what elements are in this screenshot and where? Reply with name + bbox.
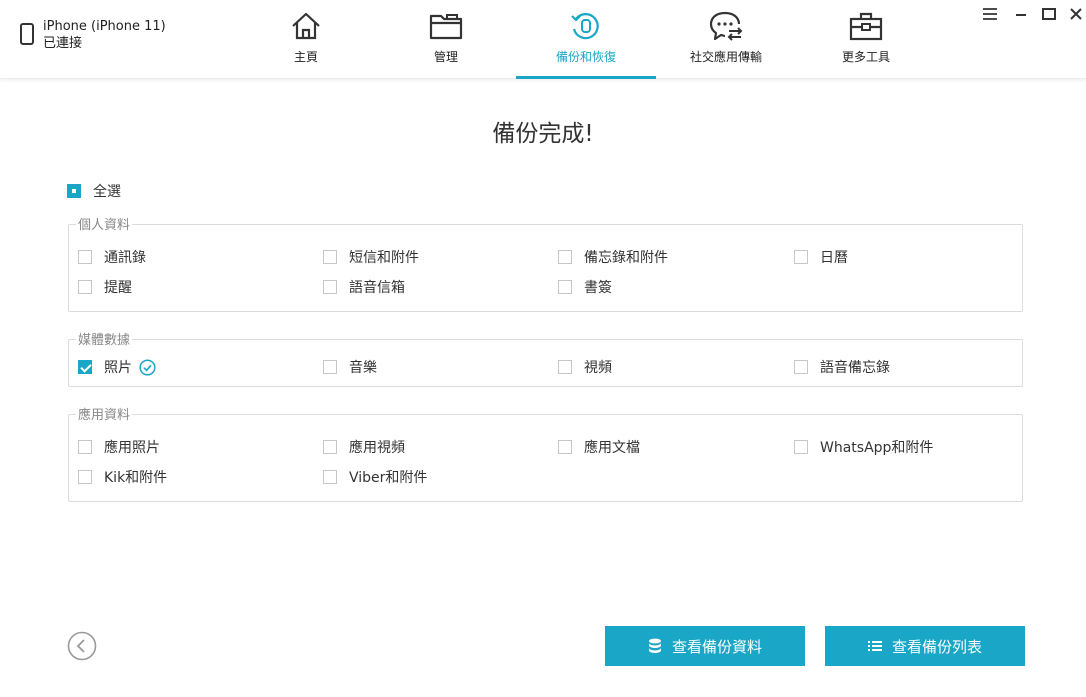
home-icon: [290, 11, 322, 45]
check-circle-icon: [139, 358, 156, 376]
view-backup-list-button[interactable]: 查看備份列表: [825, 626, 1025, 666]
item-app-videos[interactable]: 應用視頻: [323, 437, 405, 457]
item-label: 語音信箱: [349, 280, 405, 296]
menu-icon: [982, 6, 998, 25]
checkbox[interactable]: [323, 360, 337, 374]
item-label: Viber和附件: [349, 470, 428, 486]
phone-icon: [20, 23, 34, 45]
checkbox[interactable]: [558, 280, 572, 294]
close-icon: [1069, 6, 1083, 25]
checkbox[interactable]: [323, 280, 337, 294]
item-reminders[interactable]: 提醒: [78, 277, 132, 297]
select-all-label: 全選: [93, 184, 121, 200]
top-bar: iPhone (iPhone 11) 已連接 主頁 管理 備份和恢復 社交應用傳…: [0, 0, 1086, 79]
item-label: 書簽: [584, 280, 612, 296]
item-whatsapp[interactable]: WhatsApp和附件: [794, 437, 933, 457]
item-videos[interactable]: 視頻: [558, 357, 612, 377]
tab-more-tools-label: 更多工具: [841, 50, 890, 64]
item-label: 應用視頻: [349, 440, 405, 456]
tab-social-transfer-label: 社交應用傳輸: [689, 50, 762, 64]
checkbox[interactable]: [78, 470, 92, 484]
checkbox[interactable]: [794, 360, 808, 374]
view-backup-data-button[interactable]: 查看備份資料: [605, 626, 805, 666]
checkbox[interactable]: [78, 250, 92, 264]
checkbox[interactable]: [558, 250, 572, 264]
item-viber[interactable]: Viber和附件: [323, 467, 427, 487]
group-app-data: [68, 414, 1023, 502]
active-tab-indicator: [516, 76, 656, 79]
tab-home[interactable]: 主頁: [266, 0, 346, 78]
item-label: Kik和附件: [104, 470, 168, 486]
maximize-icon: [1041, 6, 1057, 25]
item-label: 提醒: [104, 280, 132, 296]
checkbox[interactable]: [78, 360, 92, 374]
maximize-button[interactable]: [1039, 6, 1059, 24]
tab-manage[interactable]: 管理: [406, 0, 486, 78]
item-voice-memos[interactable]: 語音備忘錄: [794, 357, 890, 377]
back-arrow-icon: [67, 631, 97, 665]
tab-home-label: 主頁: [293, 50, 318, 64]
item-label: 照片: [104, 360, 132, 376]
list-icon: [867, 640, 882, 652]
device-info: iPhone (iPhone 11) 已連接: [20, 18, 166, 52]
device-status: 已連接: [43, 36, 83, 51]
item-label: 視頻: [584, 360, 612, 376]
menu-button[interactable]: [980, 6, 1000, 24]
item-label: WhatsApp和附件: [820, 440, 934, 456]
item-label: 應用文檔: [584, 440, 640, 456]
chat-transfer-icon: [708, 10, 744, 46]
select-all-box[interactable]: [67, 184, 81, 198]
checkbox[interactable]: [794, 250, 808, 264]
item-app-documents[interactable]: 應用文檔: [558, 437, 640, 457]
item-photos[interactable]: 照片: [78, 357, 156, 377]
item-bookmarks[interactable]: 書簽: [558, 277, 612, 297]
item-label: 日曆: [820, 250, 848, 266]
item-label: 應用照片: [104, 440, 160, 456]
checkbox[interactable]: [323, 440, 337, 454]
close-button[interactable]: [1066, 6, 1086, 24]
checkbox[interactable]: [323, 250, 337, 264]
item-notes[interactable]: 備忘錄和附件: [558, 247, 668, 267]
tab-backup-restore[interactable]: 備份和恢復: [516, 0, 656, 79]
item-messages[interactable]: 短信和附件: [323, 247, 419, 267]
item-label: 短信和附件: [349, 250, 419, 266]
checkbox[interactable]: [558, 440, 572, 454]
group-media-data-label: 媒體數據: [76, 329, 133, 348]
group-personal-data-label: 個人資料: [76, 214, 133, 233]
backup-restore-icon: [569, 10, 603, 46]
minimize-button[interactable]: [1011, 6, 1031, 24]
device-name: iPhone (iPhone 11): [43, 19, 166, 34]
folder-icon: [429, 12, 463, 44]
checkbox[interactable]: [78, 280, 92, 294]
view-backup-data-label: 查看備份資料: [671, 637, 762, 656]
tab-backup-restore-label: 備份和恢復: [555, 50, 616, 64]
item-contacts[interactable]: 通訊錄: [78, 247, 146, 267]
view-backup-list-label: 查看備份列表: [891, 637, 982, 656]
minimize-icon: [1014, 6, 1028, 25]
item-voicemail[interactable]: 語音信箱: [323, 277, 405, 297]
tab-more-tools[interactable]: 更多工具: [826, 0, 906, 78]
page-title: 備份完成!: [492, 121, 594, 147]
group-personal-data: [68, 224, 1023, 312]
checkbox[interactable]: [323, 470, 337, 484]
item-app-photos[interactable]: 應用照片: [78, 437, 160, 457]
item-label: 音樂: [349, 360, 377, 376]
group-app-data-label: 應用資料: [76, 404, 133, 423]
tab-manage-label: 管理: [433, 50, 458, 64]
item-label: 備忘錄和附件: [584, 250, 668, 266]
item-label: 語音備忘錄: [820, 360, 890, 376]
item-kik[interactable]: Kik和附件: [78, 467, 167, 487]
item-label: 通訊錄: [104, 250, 146, 266]
item-music[interactable]: 音樂: [323, 357, 377, 377]
select-all-checkbox[interactable]: 全選: [67, 181, 121, 201]
database-icon: [648, 638, 662, 654]
toolbox-icon: [849, 11, 883, 45]
checkbox[interactable]: [794, 440, 808, 454]
tab-social-transfer[interactable]: 社交應用傳輸: [676, 0, 776, 78]
checkbox[interactable]: [558, 360, 572, 374]
item-calendar[interactable]: 日曆: [794, 247, 848, 267]
checkbox[interactable]: [78, 440, 92, 454]
back-button[interactable]: [67, 631, 97, 661]
